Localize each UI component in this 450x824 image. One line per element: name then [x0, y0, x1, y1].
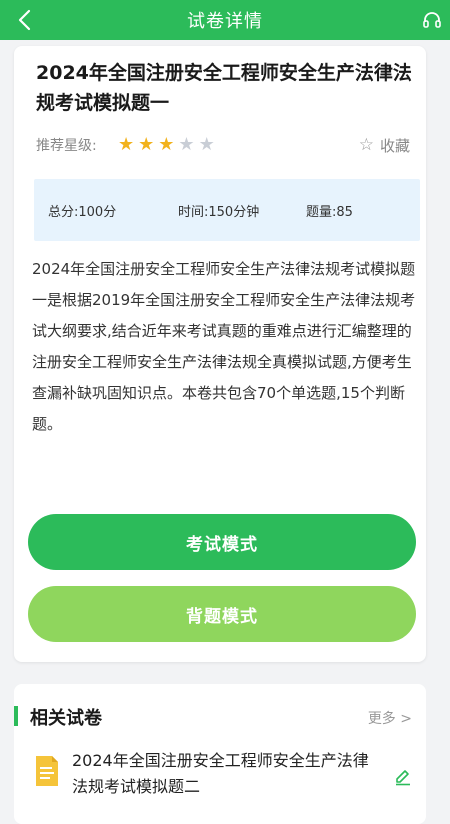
- favorite-button[interactable]: ☆ 收藏: [359, 135, 410, 156]
- star-empty-icon: ★: [198, 134, 215, 155]
- back-arrow-icon[interactable]: [14, 8, 38, 32]
- document-icon: [36, 756, 58, 786]
- page-title: 试卷详情: [187, 11, 263, 32]
- star-filled-icon: ★: [138, 134, 155, 155]
- question-count: 题量:85: [306, 205, 353, 220]
- edit-icon[interactable]: [394, 768, 412, 786]
- rating-row: 推荐星级: ★ ★ ★ ★ ★ ☆ 收藏: [36, 132, 410, 158]
- related-item-title[interactable]: 2024年全国注册安全工程师安全生产法律法规考试模拟题二: [72, 748, 372, 800]
- top-bar: 试卷详情: [0, 0, 450, 40]
- star-filled-icon: ★: [158, 134, 175, 155]
- favorite-label: 收藏: [379, 136, 410, 155]
- related-papers-section: 相关试卷 更多 > 2024年全国注册安全工程师安全生产法律法规考试模拟题二: [14, 684, 426, 824]
- star-outline-icon: ☆: [358, 135, 374, 155]
- paper-title: 2024年全国注册安全工程师安全生产法律法规考试模拟题一: [36, 62, 412, 114]
- related-heading: 相关试卷: [30, 708, 102, 729]
- headset-icon[interactable]: [422, 10, 442, 30]
- rating-label: 推荐星级:: [36, 138, 97, 154]
- star-rating: ★ ★ ★ ★ ★: [118, 136, 215, 154]
- paper-description: 2024年全国注册安全工程师安全生产法律法规考试模拟题一是根据2019年全国注册…: [32, 260, 416, 433]
- exam-mode-button[interactable]: 考试模式: [28, 514, 416, 570]
- star-filled-icon: ★: [118, 134, 135, 155]
- more-link[interactable]: 更多 >: [368, 708, 412, 728]
- time-limit: 时间:150分钟: [178, 205, 260, 220]
- section-accent-bar: [14, 706, 18, 726]
- paper-detail-card: 2024年全国注册安全工程师安全生产法律法规考试模拟题一 推荐星级: ★ ★ ★ ★ ★…: [14, 46, 426, 662]
- recite-mode-button[interactable]: 背题模式: [28, 586, 416, 642]
- total-score: 总分:100分: [48, 205, 117, 220]
- star-empty-icon: ★: [178, 134, 195, 155]
- paper-stats: 总分:100分 时间:150分钟 题量:85: [34, 179, 420, 241]
